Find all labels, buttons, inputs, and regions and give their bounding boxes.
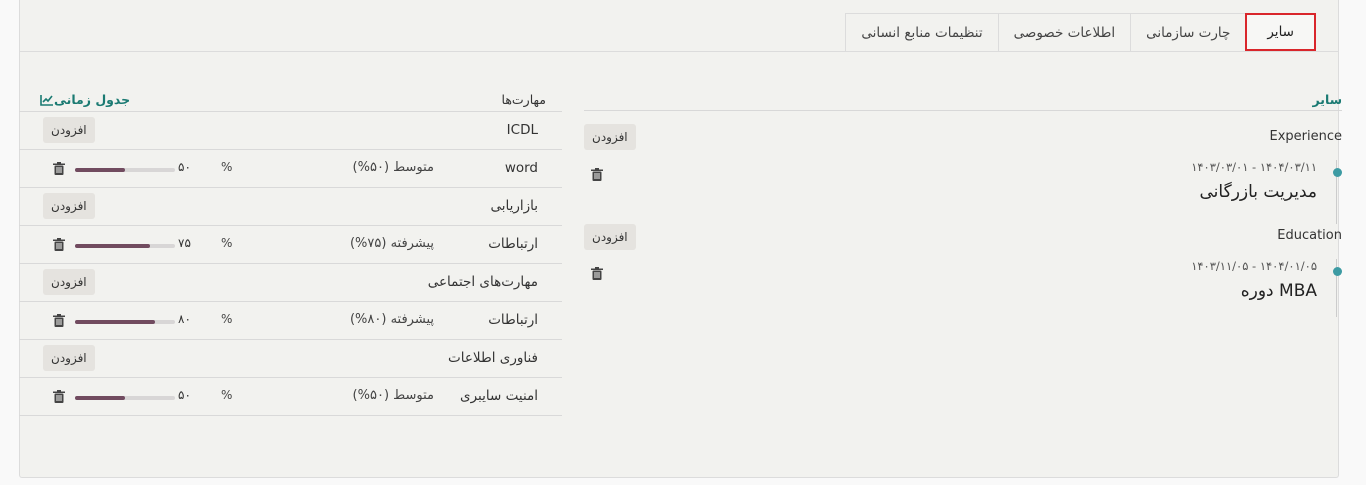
timeline-dot [1333, 267, 1342, 276]
skill-progress-bar [75, 168, 175, 172]
education-timeline-item: ۱۴۰۳/۱۱/۰۵ - ۱۴۰۴/۰۱/۰۵ دوره MBA [613, 259, 1342, 317]
percent-sign: % [221, 388, 233, 402]
percent-sign: % [221, 312, 233, 326]
trash-icon[interactable] [591, 168, 603, 181]
skill-category: فناوری اطلاعات [448, 350, 538, 366]
education-title: Education [1277, 228, 1342, 243]
other-section-title: سایر [1312, 92, 1342, 107]
skill-add-button[interactable]: افزودن [43, 117, 95, 143]
skill-row[interactable]: ارتباطات پیشرفته (۷۵%) % ۷۵ [19, 225, 562, 263]
skill-level: پیشرفته (۸۰%) [349, 312, 434, 327]
tab-org-chart[interactable]: چارت سازمانی [1130, 13, 1247, 51]
timeline-dot [1333, 168, 1342, 177]
skill-progress-bar [75, 396, 175, 400]
skill-category-row: ICDL افزودن [19, 111, 562, 149]
skills-header: مهارت‌ها جدول زمانی [36, 92, 546, 110]
experience-date-range: ۱۴۰۳/۰۳/۰۱ - ۱۴۰۴/۰۳/۱۱ [1191, 160, 1317, 174]
trash-icon[interactable] [53, 314, 65, 327]
skill-category-row: مهارت‌های اجتماعی افزودن [19, 263, 562, 301]
percent-sign: % [221, 160, 233, 174]
skill-name: ارتباطات [488, 312, 538, 328]
experience-timeline-item: ۱۴۰۳/۰۳/۰۱ - ۱۴۰۴/۰۳/۱۱ مدیریت بازرگانی [613, 160, 1342, 224]
skill-category-row: بازاریابی افزودن [19, 187, 562, 225]
education-add-button[interactable]: افزودن [584, 224, 636, 250]
skill-category: ICDL [506, 122, 538, 138]
skill-progress-bar [75, 320, 175, 324]
skill-value: ۵۰ [178, 160, 191, 174]
skills-title: مهارت‌ها [501, 92, 546, 107]
skill-progress-bar [75, 244, 175, 248]
tab-other[interactable]: سایر [1245, 13, 1316, 51]
trash-icon[interactable] [53, 162, 65, 175]
skill-name: word [504, 160, 538, 176]
education-title-text[interactable]: دوره MBA [1241, 281, 1317, 301]
percent-sign: % [221, 236, 233, 250]
trash-icon[interactable] [53, 238, 65, 251]
skill-value: ۷۵ [178, 236, 191, 250]
skill-category: مهارت‌های اجتماعی [427, 274, 538, 290]
skill-add-button[interactable]: افزودن [43, 269, 95, 295]
experience-title: Experience [1269, 129, 1343, 144]
skill-row[interactable]: ارتباطات پیشرفته (۸۰%) % ۸۰ [19, 301, 562, 339]
skill-value: ۸۰ [178, 312, 191, 326]
trash-icon[interactable] [53, 390, 65, 403]
skill-name: امنیت سایبری [460, 388, 538, 404]
tab-divider [20, 51, 1338, 52]
skill-row[interactable]: word متوسط (۵۰%) % ۵۰ [19, 149, 562, 187]
skill-level: پیشرفته (۷۵%) [349, 236, 434, 251]
other-section-divider [584, 110, 1342, 111]
skill-add-button[interactable]: افزودن [43, 345, 95, 371]
tab-private-info[interactable]: اطلاعات خصوصی [997, 13, 1132, 51]
skill-add-button[interactable]: افزودن [43, 193, 95, 219]
trash-icon[interactable] [591, 267, 603, 280]
skill-name: ارتباطات [488, 236, 538, 252]
skill-category-row: فناوری اطلاعات افزودن [19, 339, 562, 377]
skill-level: متوسط (۵۰%) [352, 160, 434, 175]
experience-title-text[interactable]: مدیریت بازرگانی [1200, 182, 1317, 202]
tab-hr-settings[interactable]: تنظیمات منابع انسانی [845, 13, 999, 51]
education-date-range: ۱۴۰۳/۱۱/۰۵ - ۱۴۰۴/۰۱/۰۵ [1191, 259, 1317, 273]
line-chart-icon [40, 95, 53, 106]
timeline-link[interactable]: جدول زمانی [36, 92, 130, 107]
skills-list: ICDL افزودن word متوسط (۵۰%) % ۵۰ بازاری… [19, 111, 562, 416]
skill-category: بازاریابی [490, 198, 538, 214]
skill-level: متوسط (۵۰%) [352, 388, 434, 403]
skill-value: ۵۰ [178, 388, 191, 402]
experience-add-button[interactable]: افزودن [584, 124, 636, 150]
notebook-tabs: سایر چارت سازمانی اطلاعات خصوصی تنظیمات … [845, 13, 1316, 51]
skill-row[interactable]: امنیت سایبری متوسط (۵۰%) % ۵۰ [19, 377, 562, 416]
